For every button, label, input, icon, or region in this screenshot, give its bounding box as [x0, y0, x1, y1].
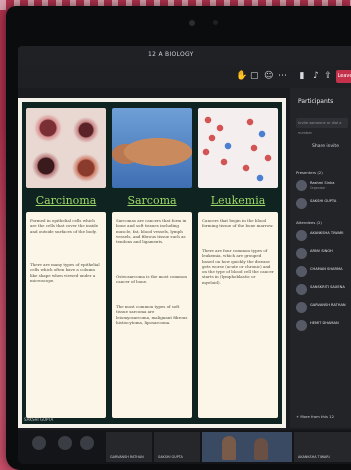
window-title: 12 A BIOLOGY	[148, 51, 194, 58]
more-icon[interactable]: ⋯	[278, 70, 287, 82]
panel-title: Participants	[298, 98, 334, 105]
person-figure	[254, 438, 268, 460]
column-textbox: Sarcomas are cancers that form in bone a…	[112, 212, 192, 418]
chat-icon[interactable]: ▢	[250, 70, 259, 82]
participant-item[interactable]: CHAMAN SHARMA	[296, 266, 351, 282]
avatar	[296, 180, 307, 191]
video-tile[interactable]: GARVANSH RATHAN	[106, 432, 152, 462]
video-tile[interactable]: SAKSHI GUPTA	[154, 432, 200, 462]
participant-item[interactable]: SAKSHI GUPTA	[296, 198, 351, 214]
participant-name: SAKSHI GUPTA	[310, 199, 337, 203]
bullet: Osteosarcoma is the most common cancer o…	[116, 274, 187, 285]
participant-name: SANSKRITI SAXENA	[310, 285, 345, 289]
laptop-bezel: 12 A BIOLOGY ✋ ▢ ☺ ⋯ ▮ ♪ ⇪ Leave Carcino…	[6, 6, 351, 470]
participant-item[interactable]: HEMIT DHAMAN	[296, 320, 351, 336]
bullet: Cancers that begin in the blood forming …	[202, 218, 274, 229]
slide-canvas: Carcinoma Formed in epithelial cells whi…	[22, 102, 282, 424]
hand-raise-icon[interactable]: ✋	[236, 70, 247, 82]
participant-item[interactable]: Rashmi Sinha Organiser	[296, 180, 351, 196]
avatar	[32, 436, 46, 450]
video-tile[interactable]: AKANKSHA TIWARI	[294, 432, 351, 462]
avatar	[296, 248, 307, 259]
attendees-heading: Attendees (2)	[296, 220, 322, 225]
avatar	[296, 302, 307, 313]
share-icon[interactable]: ⇪	[324, 70, 332, 82]
participant-name: ARNV SINGH	[310, 249, 333, 253]
avatar	[80, 436, 94, 450]
camera-icon[interactable]: ▮	[298, 70, 306, 82]
participant-item[interactable]: ARNV SINGH	[296, 248, 351, 264]
bullet: There are many types of epithelial cells…	[30, 262, 100, 283]
column-title: Sarcoma	[127, 194, 177, 207]
bullet: Formed in epithelial cells which are the…	[30, 218, 99, 234]
participant-name: CHAMAN SHARMA	[310, 267, 343, 271]
mic-icon[interactable]: ♪	[312, 70, 320, 82]
participant-item[interactable]: SANSKRITI SAXENA	[296, 284, 351, 300]
presenter-badge: SAKSHI GUPTA	[24, 417, 54, 422]
bullet: There are four common types of leukemia,…	[202, 248, 274, 285]
avatar	[58, 436, 72, 450]
column-sarcoma: Sarcoma Sarcomas are cancers that form i…	[112, 108, 192, 418]
tile-label: SAKSHI GUPTA	[158, 455, 183, 459]
participant-item[interactable]: GARVANSH RATHAN	[296, 302, 351, 318]
participants-panel: Participants Invite someone or dial a nu…	[290, 88, 351, 428]
avatar	[296, 266, 307, 277]
webcam	[189, 20, 195, 26]
column-leukemia: Leukemia Cancers that begin in the blood…	[198, 108, 278, 418]
tile-label: GARVANSH RATHAN	[110, 455, 144, 459]
column-textbox: Cancers that begin in the blood forming …	[198, 212, 278, 418]
participant-name: HEMIT DHAMAN	[310, 321, 339, 325]
avatar	[296, 320, 307, 331]
participant-role: Organiser	[310, 186, 326, 190]
bullet: Sarcomas are cancers that form in bone a…	[116, 218, 187, 245]
video-strip: GARVANSH RATHAN SAKSHI GUPTA AKANKSHA TI…	[18, 430, 351, 464]
meeting-toolbar: ✋ ▢ ☺ ⋯ ▮ ♪ ⇪ Leave	[18, 66, 351, 88]
column-carcinoma: Carcinoma Formed in epithelial cells whi…	[26, 108, 106, 418]
participant-name: AKANKSHA TIWARI	[310, 231, 344, 235]
avatar	[296, 230, 307, 241]
share-invite-button[interactable]: Share invite	[312, 144, 339, 149]
bullet: The most common types of soft tissue sar…	[116, 304, 188, 325]
tile-label: AKANKSHA TIWARI	[298, 455, 330, 459]
more-participants-link[interactable]: + More from this 12	[296, 414, 334, 419]
webcam-sensor	[213, 20, 218, 25]
participant-name: GARVANSH RATHAN	[310, 303, 346, 307]
invite-input[interactable]: Invite someone or dial a number	[296, 118, 348, 135]
reactions-icon[interactable]: ☺	[264, 70, 273, 82]
person-figure	[222, 436, 236, 460]
leukemia-image	[198, 108, 278, 188]
column-textbox: Formed in epithelial cells which are the…	[26, 212, 106, 418]
title-bar: 12 A BIOLOGY	[18, 46, 351, 66]
video-tile-camera[interactable]	[202, 432, 292, 462]
carcinoma-image	[26, 108, 106, 188]
column-title: Carcinoma	[35, 194, 97, 207]
participant-name: Rashmi Sinha	[310, 181, 335, 185]
avatar	[296, 198, 307, 209]
presenters-heading: Presenters (2)	[296, 170, 323, 175]
participant-item[interactable]: AKANKSHA TIWARI	[296, 230, 351, 246]
avatar	[296, 284, 307, 295]
column-title: Leukemia	[210, 194, 266, 207]
leave-button[interactable]: Leave	[336, 70, 351, 83]
shared-slide: Carcinoma Formed in epithelial cells whi…	[18, 98, 286, 428]
sarcoma-image	[112, 108, 192, 188]
meeting-window: 12 A BIOLOGY ✋ ▢ ☺ ⋯ ▮ ♪ ⇪ Leave Carcino…	[18, 46, 351, 464]
